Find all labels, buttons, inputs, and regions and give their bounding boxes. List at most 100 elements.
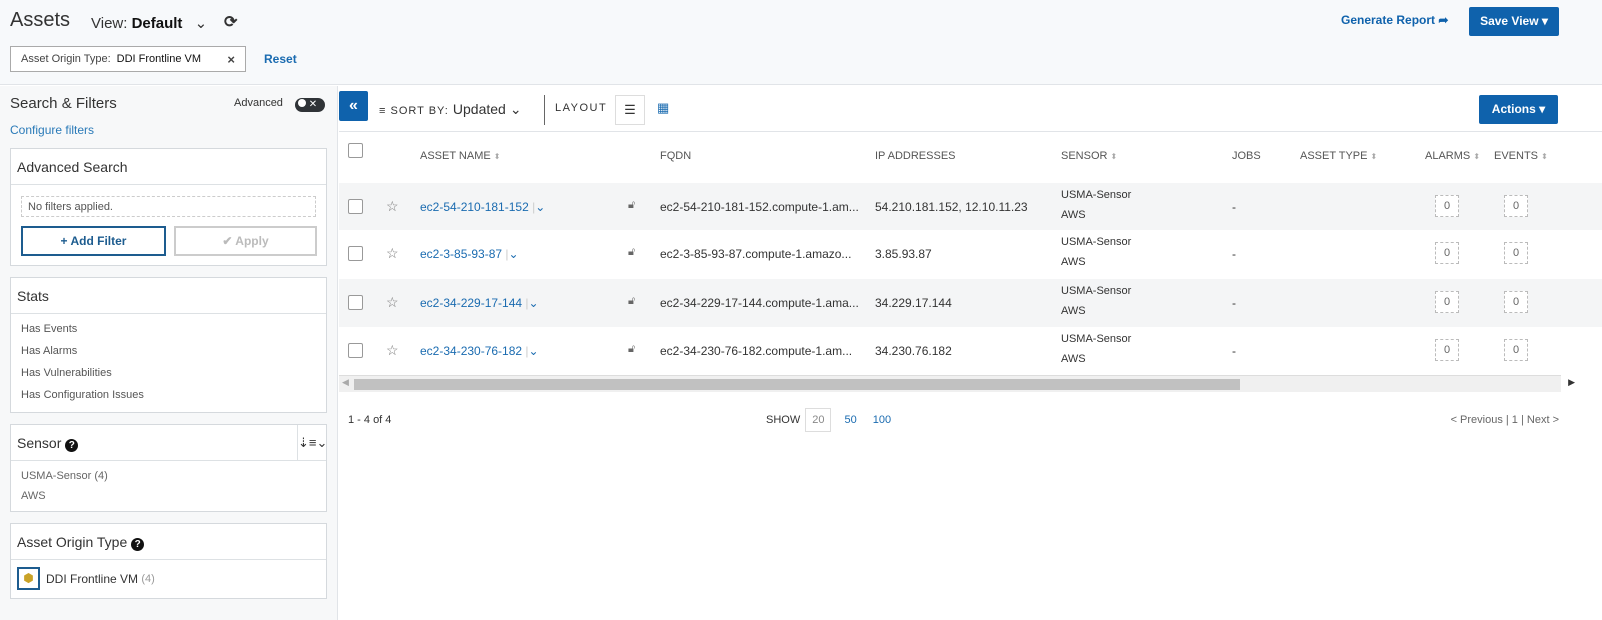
apply-button[interactable]: ✔ Apply: [174, 226, 317, 256]
alarms-count[interactable]: 0: [1435, 242, 1459, 264]
asset-name-link[interactable]: ec2-54-210-181-152 |⌄: [420, 200, 545, 214]
advanced-search-panel: Advanced Search No filters applied. + Ad…: [10, 148, 327, 266]
scroll-right-icon[interactable]: ▶: [1568, 377, 1575, 388]
events-count[interactable]: 0: [1504, 242, 1528, 264]
stats-item[interactable]: Has Alarms: [11, 345, 326, 367]
column-header-events[interactable]: EVENTS ⬍: [1494, 150, 1548, 162]
sensor-cell-secondary: AWS: [1061, 209, 1086, 221]
sensor-cell-secondary: AWS: [1061, 256, 1086, 268]
sensor-cell: USMA-Sensor: [1061, 189, 1132, 201]
fqdn-cell: ec2-34-230-76-182.compute-1.am...: [660, 344, 853, 358]
sensor-item[interactable]: USMA-Sensor (4): [11, 470, 326, 490]
asset-name-link[interactable]: ec2-34-229-17-144 |⌄: [420, 296, 539, 310]
jobs-cell: -: [1232, 296, 1236, 310]
column-header-fqdn: FQDN: [660, 150, 692, 162]
help-icon[interactable]: ?: [65, 439, 79, 452]
view-label: View:: [91, 15, 128, 32]
check-icon: ✔: [222, 234, 233, 248]
stats-item[interactable]: Has Events: [11, 323, 326, 345]
save-view-button[interactable]: Save View ▾: [1469, 7, 1559, 36]
assets-main: « ≡ SORT BY: Updated ⌄ LAYOUT ☰ ▦ Action…: [339, 86, 1602, 620]
column-header-asset-name[interactable]: ASSET NAME ⬍: [420, 150, 500, 162]
stats-item[interactable]: Has Configuration Issues: [11, 389, 326, 411]
save-view-label: Save View: [1480, 14, 1539, 28]
advanced-search-title: Advanced Search: [11, 149, 326, 185]
alarms-count[interactable]: 0: [1435, 291, 1459, 313]
column-header-ip: IP ADDRESSES: [875, 150, 956, 162]
chevron-down-icon: ⌄: [528, 296, 539, 310]
close-icon[interactable]: ×: [227, 52, 235, 67]
lock-icon: 🔓︎: [628, 295, 636, 307]
page-size-option[interactable]: 100: [873, 414, 891, 426]
add-filter-button[interactable]: + Add Filter: [21, 226, 166, 256]
star-icon[interactable]: ☆: [386, 198, 399, 215]
add-filter-label: Add Filter: [70, 234, 127, 248]
toolbar-divider: [544, 95, 545, 125]
lock-icon: 🔓︎: [628, 343, 636, 355]
collapse-sidebar-button[interactable]: «: [339, 91, 368, 121]
view-selector[interactable]: View: Default ⌄: [91, 14, 207, 32]
pagination[interactable]: < Previous | 1 | Next >: [1451, 414, 1559, 426]
events-count[interactable]: 0: [1504, 291, 1528, 313]
sensor-cell-secondary: AWS: [1061, 353, 1086, 365]
list-layout-icon[interactable]: ☰: [615, 95, 645, 125]
star-icon[interactable]: ☆: [386, 294, 399, 311]
column-header-asset-type[interactable]: ASSET TYPE ⬍: [1300, 150, 1377, 162]
fqdn-cell: ec2-34-229-17-144.compute-1.ama...: [660, 296, 859, 310]
plus-icon: +: [60, 234, 68, 248]
advanced-toggle[interactable]: ✕: [295, 98, 325, 112]
sort-options-icon[interactable]: ⇣≡⌄: [297, 425, 327, 461]
shield-icon: ⬢: [17, 567, 40, 590]
events-count[interactable]: 0: [1504, 339, 1528, 361]
sensor-title: Sensor: [17, 435, 62, 451]
filter-chip-value: DDI Frontline VM: [116, 53, 202, 65]
generate-report-link[interactable]: Generate Report ➦: [1341, 13, 1448, 27]
actions-label: Actions: [1491, 102, 1536, 116]
chevron-down-icon: ⌄: [194, 15, 208, 32]
lock-icon: 🔓︎: [628, 246, 636, 258]
row-checkbox[interactable]: [348, 199, 363, 214]
scrollbar-thumb[interactable]: [354, 379, 1240, 390]
actions-button[interactable]: Actions ▾: [1479, 95, 1558, 124]
asset-name-link[interactable]: ec2-34-230-76-182 |⌄: [420, 344, 539, 358]
layout-label: LAYOUT: [555, 102, 608, 114]
refresh-icon[interactable]: ⟳: [224, 12, 237, 32]
filter-chip-label: Asset Origin Type:: [21, 53, 111, 65]
star-icon[interactable]: ☆: [386, 245, 399, 262]
page-size-option[interactable]: 20: [805, 408, 832, 432]
table-row: ☆ ec2-34-229-17-144 |⌄ 🔓︎ ec2-34-229-17-…: [339, 279, 1602, 327]
asset-name-link[interactable]: ec2-3-85-93-87 |⌄: [420, 247, 519, 261]
generate-report-label: Generate Report: [1341, 13, 1436, 27]
filters-sidebar: Search & Filters Advanced ✕ Configure fi…: [0, 86, 338, 620]
asset-origin-label: DDI Frontline VM: [46, 571, 139, 586]
sensor-cell-secondary: AWS: [1061, 305, 1086, 317]
star-icon[interactable]: ☆: [386, 342, 399, 359]
table-row: ☆ ec2-3-85-93-87 |⌄ 🔓︎ ec2-3-85-93-87.co…: [339, 230, 1602, 278]
filters-placeholder: No filters applied.: [21, 196, 316, 217]
row-checkbox[interactable]: [348, 343, 363, 358]
column-header-sensor[interactable]: SENSOR ⬍: [1061, 150, 1117, 162]
alarms-count[interactable]: 0: [1435, 195, 1459, 217]
help-icon[interactable]: ?: [131, 538, 145, 551]
jobs-cell: -: [1232, 200, 1236, 214]
sort-by-selector[interactable]: ≡ SORT BY: Updated ⌄: [379, 101, 523, 118]
page-size-option[interactable]: 50: [844, 414, 856, 426]
reset-link[interactable]: Reset: [264, 52, 297, 66]
select-all-checkbox[interactable]: [348, 143, 363, 158]
scroll-left-icon[interactable]: ◀: [342, 377, 349, 388]
row-checkbox[interactable]: [348, 295, 363, 310]
events-count[interactable]: 0: [1504, 195, 1528, 217]
grid-layout-icon[interactable]: ▦: [657, 100, 669, 116]
row-checkbox[interactable]: [348, 246, 363, 261]
page-header: Assets View: Default ⌄ ⟳ Asset Origin Ty…: [0, 0, 1602, 85]
results-count: 1 - 4 of 4: [348, 414, 392, 426]
table-row: ☆ ec2-34-230-76-182 |⌄ 🔓︎ ec2-34-230-76-…: [339, 327, 1602, 375]
horizontal-scrollbar[interactable]: ◀ ▶: [339, 375, 1575, 392]
alarms-count[interactable]: 0: [1435, 339, 1459, 361]
stats-item[interactable]: Has Vulnerabilities: [11, 367, 326, 389]
column-header-alarms[interactable]: ALARMS ⬍: [1425, 150, 1480, 162]
fqdn-cell: ec2-3-85-93-87.compute-1.amazo...: [660, 247, 852, 261]
configure-filters-link[interactable]: Configure filters: [10, 123, 94, 137]
sensor-item[interactable]: AWS: [11, 490, 326, 510]
asset-origin-item[interactable]: ⬢ DDI Frontline VM (4): [11, 560, 326, 597]
